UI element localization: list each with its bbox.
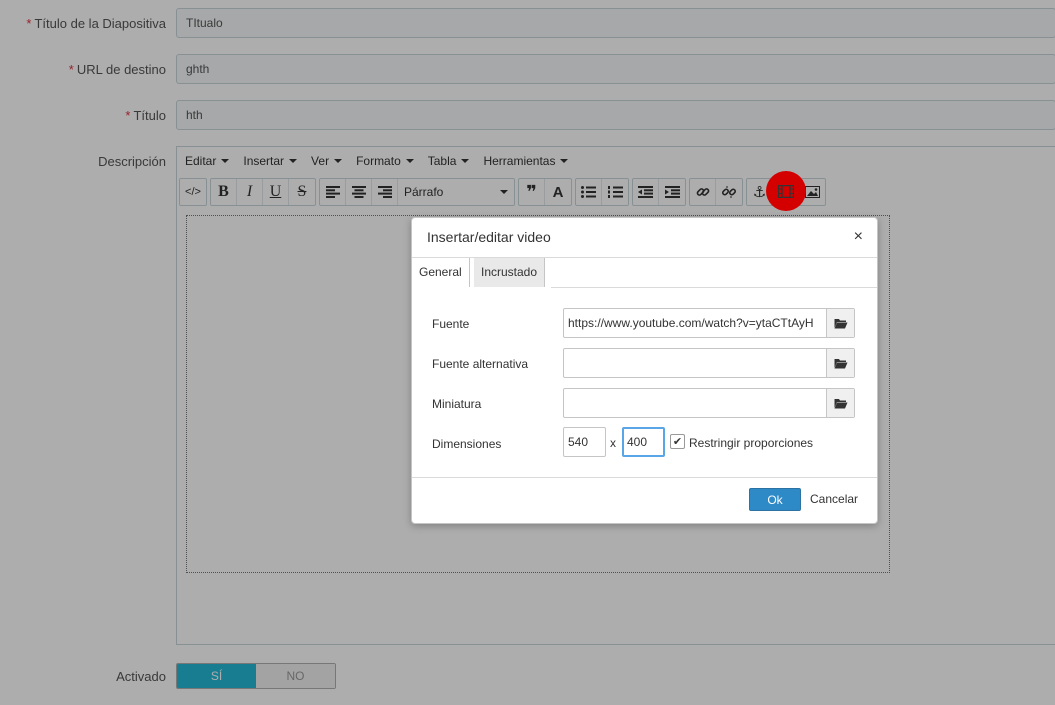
alt-source-input[interactable] [563, 348, 855, 378]
source-label: Fuente [432, 317, 470, 331]
browse-button[interactable] [826, 349, 854, 377]
poster-input[interactable] [563, 388, 855, 418]
alt-source-label: Fuente alternativa [432, 357, 529, 371]
tab-bar-divider [551, 287, 877, 288]
source-input-value: https://www.youtube.com/watch?v=ytaCTtAy… [568, 316, 814, 330]
dialog-footer-divider [412, 477, 877, 478]
cancel-button[interactable]: Cancelar [810, 492, 858, 506]
browse-button[interactable] [826, 309, 854, 337]
constrain-label: Restringir proporciones [689, 436, 814, 450]
width-input[interactable]: 540 [563, 427, 606, 457]
dimension-separator: x [610, 436, 616, 450]
folder-open-icon [834, 358, 847, 368]
height-input[interactable]: 400 [622, 427, 665, 457]
browse-button[interactable] [826, 389, 854, 417]
checkmark-icon: ✔ [672, 436, 683, 448]
dimensions-label: Dimensiones [432, 437, 502, 451]
ok-button[interactable]: Ok [749, 488, 801, 511]
film-icon [778, 184, 794, 198]
insert-video-button-highlight[interactable] [766, 171, 806, 211]
dialog-title: Insertar/editar video [427, 229, 551, 245]
folder-open-icon [834, 398, 847, 408]
constrain-checkbox[interactable]: ✔ [670, 434, 685, 449]
source-input[interactable]: https://www.youtube.com/watch?v=ytaCTtAy… [563, 308, 855, 338]
folder-open-icon [834, 318, 847, 328]
close-icon[interactable]: × [854, 228, 863, 246]
tab-incrustado[interactable]: Incrustado [474, 258, 546, 287]
tab-general[interactable]: General [412, 258, 470, 287]
poster-label: Miniatura [432, 397, 482, 411]
insert-video-dialog: Insertar/editar video × General Incrusta… [411, 217, 878, 524]
